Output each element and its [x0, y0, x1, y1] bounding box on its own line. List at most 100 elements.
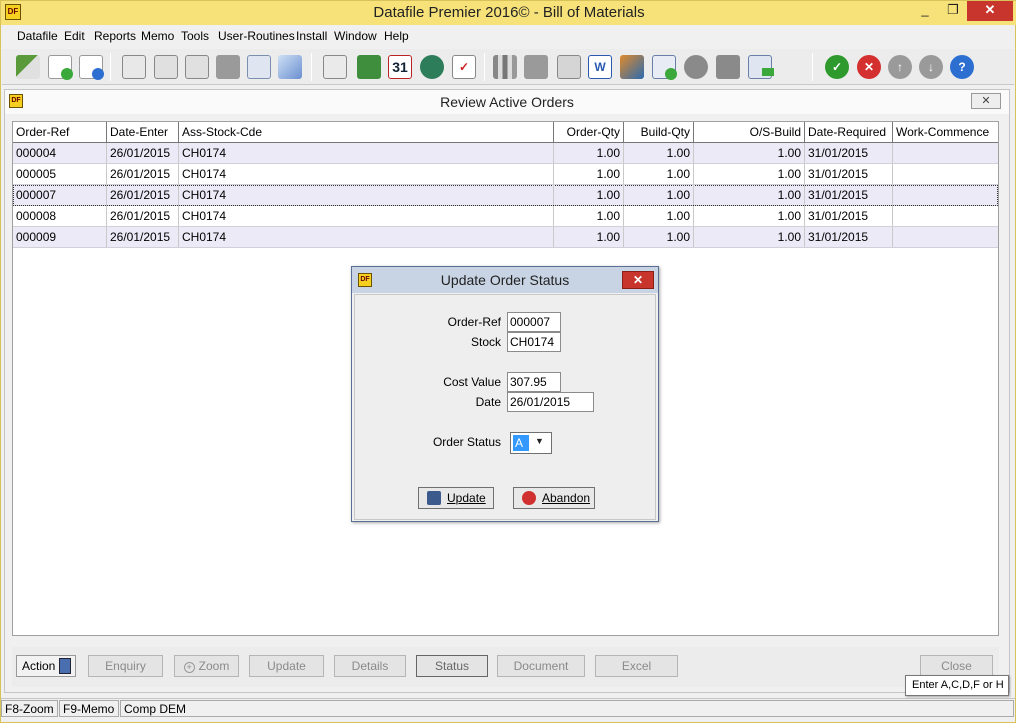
cell-work-commence: [893, 164, 998, 184]
cell-work-commence: [893, 227, 998, 247]
menu-help[interactable]: Help: [384, 29, 409, 43]
remove-card-icon[interactable]: [185, 55, 209, 79]
table-row[interactable]: 000004 26/01/2015 CH0174 1.00 1.00 1.00 …: [13, 143, 998, 164]
word-document-icon[interactable]: W: [588, 55, 612, 79]
calendar-icon[interactable]: 31: [388, 55, 412, 79]
calculator-icon: [59, 658, 71, 674]
dialog-title-bar: DF Update Order Status ✕: [352, 267, 658, 293]
cell-build-qty: 1.00: [624, 185, 694, 205]
order-status-value: A: [513, 435, 529, 451]
order-ref-field[interactable]: 000007: [507, 312, 561, 332]
zoom-button[interactable]: + Zoom: [174, 655, 239, 677]
checklist-icon[interactable]: ✓: [452, 55, 476, 79]
stock-field[interactable]: CH0174: [507, 332, 561, 352]
calculator-icon[interactable]: [357, 55, 381, 79]
column-header-work-commence[interactable]: Work-Commence: [893, 122, 998, 143]
cell-date-required: 31/01/2015: [805, 206, 893, 226]
restore-button[interactable]: ❐: [939, 1, 967, 21]
printer-icon[interactable]: [716, 55, 740, 79]
excel-button[interactable]: Excel: [595, 655, 678, 677]
eraser-icon[interactable]: [278, 55, 302, 79]
cost-value-field[interactable]: 307.95: [507, 372, 561, 392]
cell-os-build: 1.00: [694, 143, 805, 163]
menu-memo[interactable]: Memo: [141, 29, 174, 43]
cell-ass-stock-cde: CH0174: [179, 185, 554, 205]
table-row[interactable]: 000009 26/01/2015 CH0174 1.00 1.00 1.00 …: [13, 227, 998, 248]
toolbar-separator: [311, 53, 312, 81]
table-row[interactable]: 000008 26/01/2015 CH0174 1.00 1.00 1.00 …: [13, 206, 998, 227]
menu-datafile[interactable]: Datafile: [17, 29, 58, 43]
menu-reports[interactable]: Reports: [94, 29, 136, 43]
menu-tools[interactable]: Tools: [181, 29, 209, 43]
cell-date-enter: 26/01/2015: [107, 143, 179, 163]
cell-build-qty: 1.00: [624, 227, 694, 247]
column-header-build-qty[interactable]: Build-Qty: [624, 122, 694, 143]
bar-chart-icon[interactable]: [493, 55, 517, 79]
child-close-button[interactable]: ✕: [971, 93, 1001, 109]
table-row[interactable]: 000005 26/01/2015 CH0174 1.00 1.00 1.00 …: [13, 164, 998, 185]
add-record-icon[interactable]: [48, 55, 73, 80]
home-icon[interactable]: [524, 55, 548, 79]
menu-install[interactable]: Install: [296, 29, 327, 43]
package-icon[interactable]: [216, 55, 240, 79]
status-button[interactable]: Status: [416, 655, 488, 677]
cell-date-required: 31/01/2015: [805, 227, 893, 247]
cancel-icon[interactable]: ✕: [857, 55, 881, 79]
save-icon: [427, 491, 441, 505]
close-action-button[interactable]: Close: [920, 655, 993, 677]
cut-icon[interactable]: [16, 55, 40, 79]
abandon-button[interactable]: Abandon: [513, 487, 595, 509]
table-row-selected[interactable]: 000007 26/01/2015 CH0174 1.00 1.00 1.00 …: [13, 185, 998, 206]
minimize-button[interactable]: _: [911, 1, 939, 21]
cell-order-qty: 1.00: [554, 143, 624, 163]
cell-os-build: 1.00: [694, 185, 805, 205]
action-button[interactable]: Action: [16, 655, 76, 677]
add-window-icon[interactable]: [652, 55, 677, 80]
column-header-os-build[interactable]: O/S-Build: [694, 122, 805, 143]
column-header-date-enter[interactable]: Date-Enter: [107, 122, 179, 143]
globe-icon[interactable]: [684, 55, 708, 79]
record-info-icon[interactable]: [79, 55, 104, 80]
close-button[interactable]: ✕: [967, 1, 1013, 21]
picture-icon[interactable]: [620, 55, 644, 79]
mail-icon[interactable]: [557, 55, 581, 79]
down-icon[interactable]: ↓: [919, 55, 943, 79]
menu-edit[interactable]: Edit: [64, 29, 85, 43]
document-button[interactable]: Document: [497, 655, 585, 677]
grid-header: Order-Ref Date-Enter Ass-Stock-Cde Order…: [13, 122, 998, 143]
menu-user-routines[interactable]: User-Routines: [218, 29, 295, 43]
up-icon[interactable]: ↑: [888, 55, 912, 79]
add-card-icon[interactable]: [154, 55, 178, 79]
cell-date-enter: 26/01/2015: [107, 206, 179, 226]
update-action-button[interactable]: Update: [249, 655, 324, 677]
lock-document-icon[interactable]: [323, 55, 347, 79]
database-search-icon[interactable]: [420, 55, 444, 79]
column-header-order-qty[interactable]: Order-Qty: [554, 122, 624, 143]
action-bar: Action Enquiry + Zoom Update Details Stat…: [12, 647, 999, 687]
title-bar: DF Datafile Premier 2016© - Bill of Mate…: [1, 1, 1016, 25]
details-button[interactable]: Details: [334, 655, 406, 677]
search-record-icon[interactable]: [122, 55, 146, 79]
update-button[interactable]: Update: [418, 487, 494, 509]
info-icon[interactable]: [247, 55, 271, 79]
status-bar: F8-Zoom F9-Memo Comp DEM: [1, 698, 1015, 718]
toolbar-separator: [484, 53, 485, 81]
column-header-date-required[interactable]: Date-Required: [805, 122, 893, 143]
enquiry-button[interactable]: Enquiry: [88, 655, 163, 677]
window-title: Datafile Premier 2016© - Bill of Materia…: [373, 4, 645, 21]
column-header-ass-stock-cde[interactable]: Ass-Stock-Cde: [179, 122, 554, 143]
cell-os-build: 1.00: [694, 164, 805, 184]
cell-build-qty: 1.00: [624, 164, 694, 184]
date-field[interactable]: 26/01/2015: [507, 392, 594, 412]
order-status-select[interactable]: A ▼: [510, 432, 552, 454]
toolbar: 31 ✓ W ✓ ✕ ↑ ↓ ?: [2, 49, 1014, 85]
menu-window[interactable]: Window: [334, 29, 377, 43]
help-icon[interactable]: ?: [950, 55, 974, 79]
export-icon[interactable]: [748, 55, 774, 79]
ok-icon[interactable]: ✓: [825, 55, 849, 79]
cell-order-qty: 1.00: [554, 206, 624, 226]
child-window-title: Review Active Orders: [440, 94, 574, 110]
column-header-order-ref[interactable]: Order-Ref: [13, 122, 107, 143]
dialog-close-button[interactable]: ✕: [622, 271, 654, 289]
cell-order-ref: 000004: [13, 143, 107, 163]
